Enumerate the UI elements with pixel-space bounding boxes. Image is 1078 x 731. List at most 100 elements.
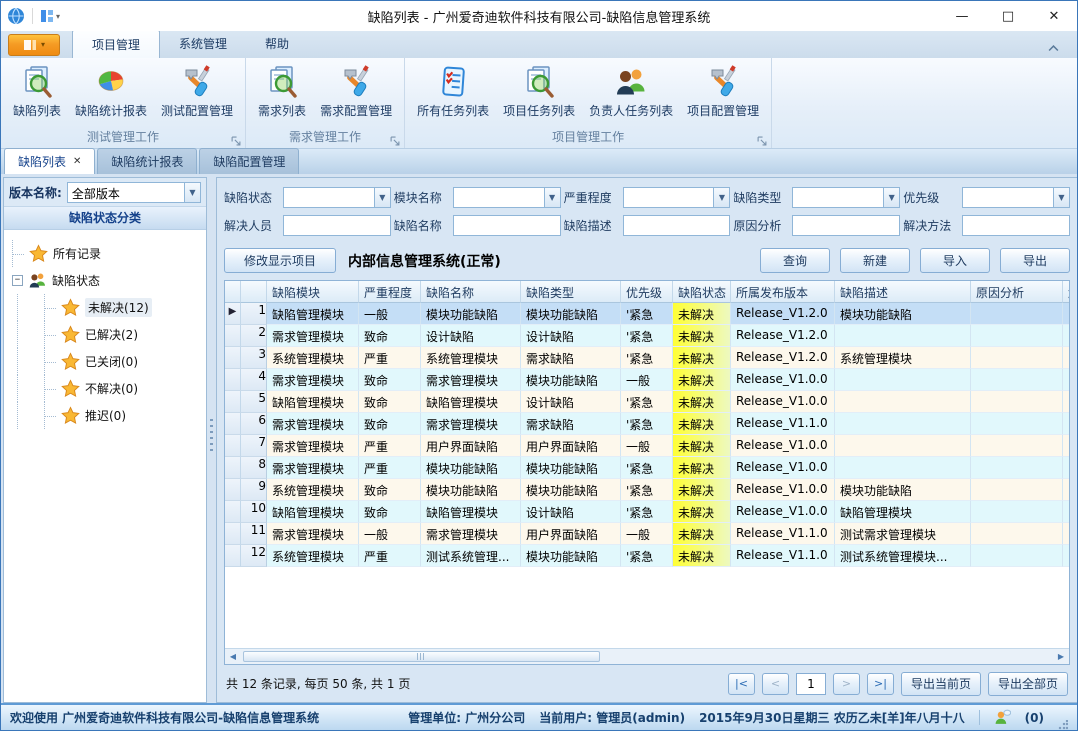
table-cell: 未解决 [673, 413, 731, 435]
app-menu-button[interactable]: ▾ [8, 34, 60, 56]
filter-input[interactable] [623, 215, 731, 236]
filter-input[interactable] [792, 215, 900, 236]
table-row[interactable]: 5缺陷管理模块致命缺陷管理模块设计缺陷'紧急未解决Release_V1.0.0 [225, 391, 1069, 413]
filter-combo[interactable]: ▼ [453, 187, 561, 208]
table-cell: Release_V1.1.0 [731, 523, 835, 545]
first-page-button[interactable]: |< [728, 673, 755, 695]
maximize-button[interactable]: □ [985, 1, 1031, 31]
chevron-down-icon[interactable]: ▼ [544, 187, 561, 208]
ribbon-button[interactable]: 需求配置管理 [313, 62, 399, 121]
resize-grip-icon[interactable] [1058, 720, 1068, 730]
filter-field: 缺陷类型▼ [733, 187, 900, 208]
grid-column-header[interactable]: 缺陷模块 [267, 281, 359, 303]
page-number-input[interactable] [796, 673, 826, 695]
chevron-down-icon[interactable]: ▼ [184, 182, 201, 203]
table-row[interactable]: 11需求管理模块一般需求管理模块用户界面缺陷一般未解决Release_V1.1.… [225, 523, 1069, 545]
table-row[interactable]: 2需求管理模块致命设计缺陷设计缺陷'紧急未解决Release_V1.2.0 [225, 325, 1069, 347]
filter-combo[interactable]: ▼ [623, 187, 731, 208]
chevron-down-icon[interactable]: ▼ [713, 187, 730, 208]
export-all-pages-button[interactable]: 导出全部页 [988, 672, 1068, 696]
modify-columns-button[interactable]: 修改显示项目 [224, 248, 336, 273]
filter-input[interactable] [283, 215, 391, 236]
ribbon-tab-系统管理[interactable]: 系统管理 [160, 30, 246, 58]
splitter[interactable] [207, 177, 216, 703]
table-row[interactable]: 10缺陷管理模块致命缺陷管理模块设计缺陷'紧急未解决Release_V1.0.0… [225, 501, 1069, 523]
table-row[interactable]: 12系统管理模块严重测试系统管理...模块功能缺陷'紧急未解决Release_V… [225, 545, 1069, 567]
chevron-down-icon[interactable]: ▼ [883, 187, 900, 208]
table-row[interactable]: 3系统管理模块严重系统管理模块需求缺陷'紧急未解决Release_V1.2.0系… [225, 347, 1069, 369]
ribbon-button[interactable]: 项目配置管理 [680, 62, 766, 121]
grid-column-header[interactable]: 所属发布版本 [731, 281, 835, 303]
grid-column-header[interactable]: 缺陷描述 [835, 281, 971, 303]
scrollbar-thumb[interactable] [243, 651, 600, 662]
row-indicator [225, 435, 241, 457]
filter-combo[interactable]: ▼ [962, 187, 1070, 208]
tree-item[interactable]: 所有记录 [12, 240, 204, 267]
tree-item[interactable]: −缺陷状态 [12, 267, 204, 294]
action-button-新建[interactable]: 新建 [840, 248, 910, 273]
last-page-button[interactable]: >| [867, 673, 894, 695]
messages-person-icon[interactable] [994, 709, 1011, 726]
close-button[interactable]: ✕ [1031, 1, 1077, 31]
filter-input[interactable] [453, 215, 561, 236]
action-button-导入[interactable]: 导入 [920, 248, 990, 273]
grid-toolbar: 修改显示项目 内部信息管理系统(正常) 查询新建导入导出 [217, 245, 1077, 280]
table-row[interactable]: ▶1缺陷管理模块一般模块功能缺陷模块功能缺陷'紧急未解决Release_V1.2… [225, 303, 1069, 325]
ribbon-group-title: 需求管理工作 [246, 129, 404, 148]
ribbon-button[interactable]: 项目任务列表 [496, 62, 582, 121]
ribbon-tab-项目管理[interactable]: 项目管理 [72, 30, 160, 58]
ribbon-button[interactable]: 所有任务列表 [410, 62, 496, 121]
doc-tab-缺陷列表[interactable]: 缺陷列表✕ [4, 148, 95, 174]
tree-item[interactable]: 不解决(0) [12, 375, 204, 402]
tree-item[interactable]: 已解决(2) [12, 321, 204, 348]
grid-column-header[interactable]: 优先级 [621, 281, 673, 303]
table-row[interactable]: 6需求管理模块致命需求管理模块需求缺陷'紧急未解决Release_V1.1.0 [225, 413, 1069, 435]
scroll-right-icon[interactable]: ▶ [1053, 652, 1069, 661]
version-select[interactable]: 全部版本 ▼ [67, 182, 201, 203]
grid-column-header[interactable]: 原因分析 [971, 281, 1063, 303]
grid-column-header[interactable]: 缺陷类型 [521, 281, 621, 303]
ribbon-button[interactable]: 需求列表 [251, 62, 313, 121]
table-row[interactable]: 7需求管理模块严重用户界面缺陷用户界面缺陷一般未解决Release_V1.0.0 [225, 435, 1069, 457]
tree-collapse-icon[interactable]: − [12, 275, 23, 286]
dialog-launcher-icon[interactable] [231, 134, 241, 144]
ribbon-button[interactable]: 负责人任务列表 [582, 62, 680, 121]
horizontal-scrollbar[interactable]: ◀ ▶ [225, 648, 1069, 664]
action-button-导出[interactable]: 导出 [1000, 248, 1070, 273]
grid-column-header[interactable]: 严重程度 [359, 281, 421, 303]
table-cell [1063, 501, 1070, 523]
minimize-button[interactable]: — [939, 1, 985, 31]
grid-column-header[interactable]: 解决方法 [1063, 281, 1070, 303]
ribbon-collapse-icon[interactable] [1048, 41, 1059, 49]
grid-column-header[interactable]: 缺陷状态 [673, 281, 731, 303]
ribbon-button[interactable]: 缺陷列表 [6, 62, 68, 121]
table-row[interactable]: 4需求管理模块致命需求管理模块模块功能缺陷一般未解决Release_V1.0.0 [225, 369, 1069, 391]
ribbon-tab-帮助[interactable]: 帮助 [246, 30, 308, 58]
doc-tab-缺陷统计报表[interactable]: 缺陷统计报表 [97, 148, 197, 174]
export-current-page-button[interactable]: 导出当前页 [901, 672, 981, 696]
table-row[interactable]: 9系统管理模块致命模块功能缺陷模块功能缺陷'紧急未解决Release_V1.0.… [225, 479, 1069, 501]
ribbon-button[interactable]: 缺陷统计报表 [68, 62, 154, 121]
chevron-down-icon[interactable]: ▼ [1053, 187, 1070, 208]
filter-combo[interactable]: ▼ [283, 187, 391, 208]
ribbon-button[interactable]: 测试配置管理 [154, 62, 240, 121]
tree-item[interactable]: 未解决(12) [12, 294, 204, 321]
tree-item[interactable]: 推迟(0) [12, 402, 204, 429]
tree-item[interactable]: 已关闭(0) [12, 348, 204, 375]
scrollbar-track[interactable] [241, 649, 1053, 664]
filter-combo[interactable]: ▼ [792, 187, 900, 208]
next-page-button[interactable]: > [833, 673, 860, 695]
scroll-left-icon[interactable]: ◀ [225, 652, 241, 661]
chevron-down-icon[interactable]: ▼ [374, 187, 391, 208]
action-button-查询[interactable]: 查询 [760, 248, 830, 273]
doc-tab-缺陷配置管理[interactable]: 缺陷配置管理 [199, 148, 299, 174]
table-cell: 致命 [359, 391, 421, 413]
dialog-launcher-icon[interactable] [390, 134, 400, 144]
close-tab-icon[interactable]: ✕ [73, 156, 81, 167]
table-row[interactable]: 8需求管理模块严重模块功能缺陷模块功能缺陷'紧急未解决Release_V1.0.… [225, 457, 1069, 479]
grid-column-header[interactable]: 缺陷名称 [421, 281, 521, 303]
filter-input[interactable] [962, 215, 1070, 236]
dialog-launcher-icon[interactable] [757, 134, 767, 144]
quick-access-layout-button[interactable]: ▾ [40, 9, 60, 23]
prev-page-button[interactable]: < [762, 673, 789, 695]
